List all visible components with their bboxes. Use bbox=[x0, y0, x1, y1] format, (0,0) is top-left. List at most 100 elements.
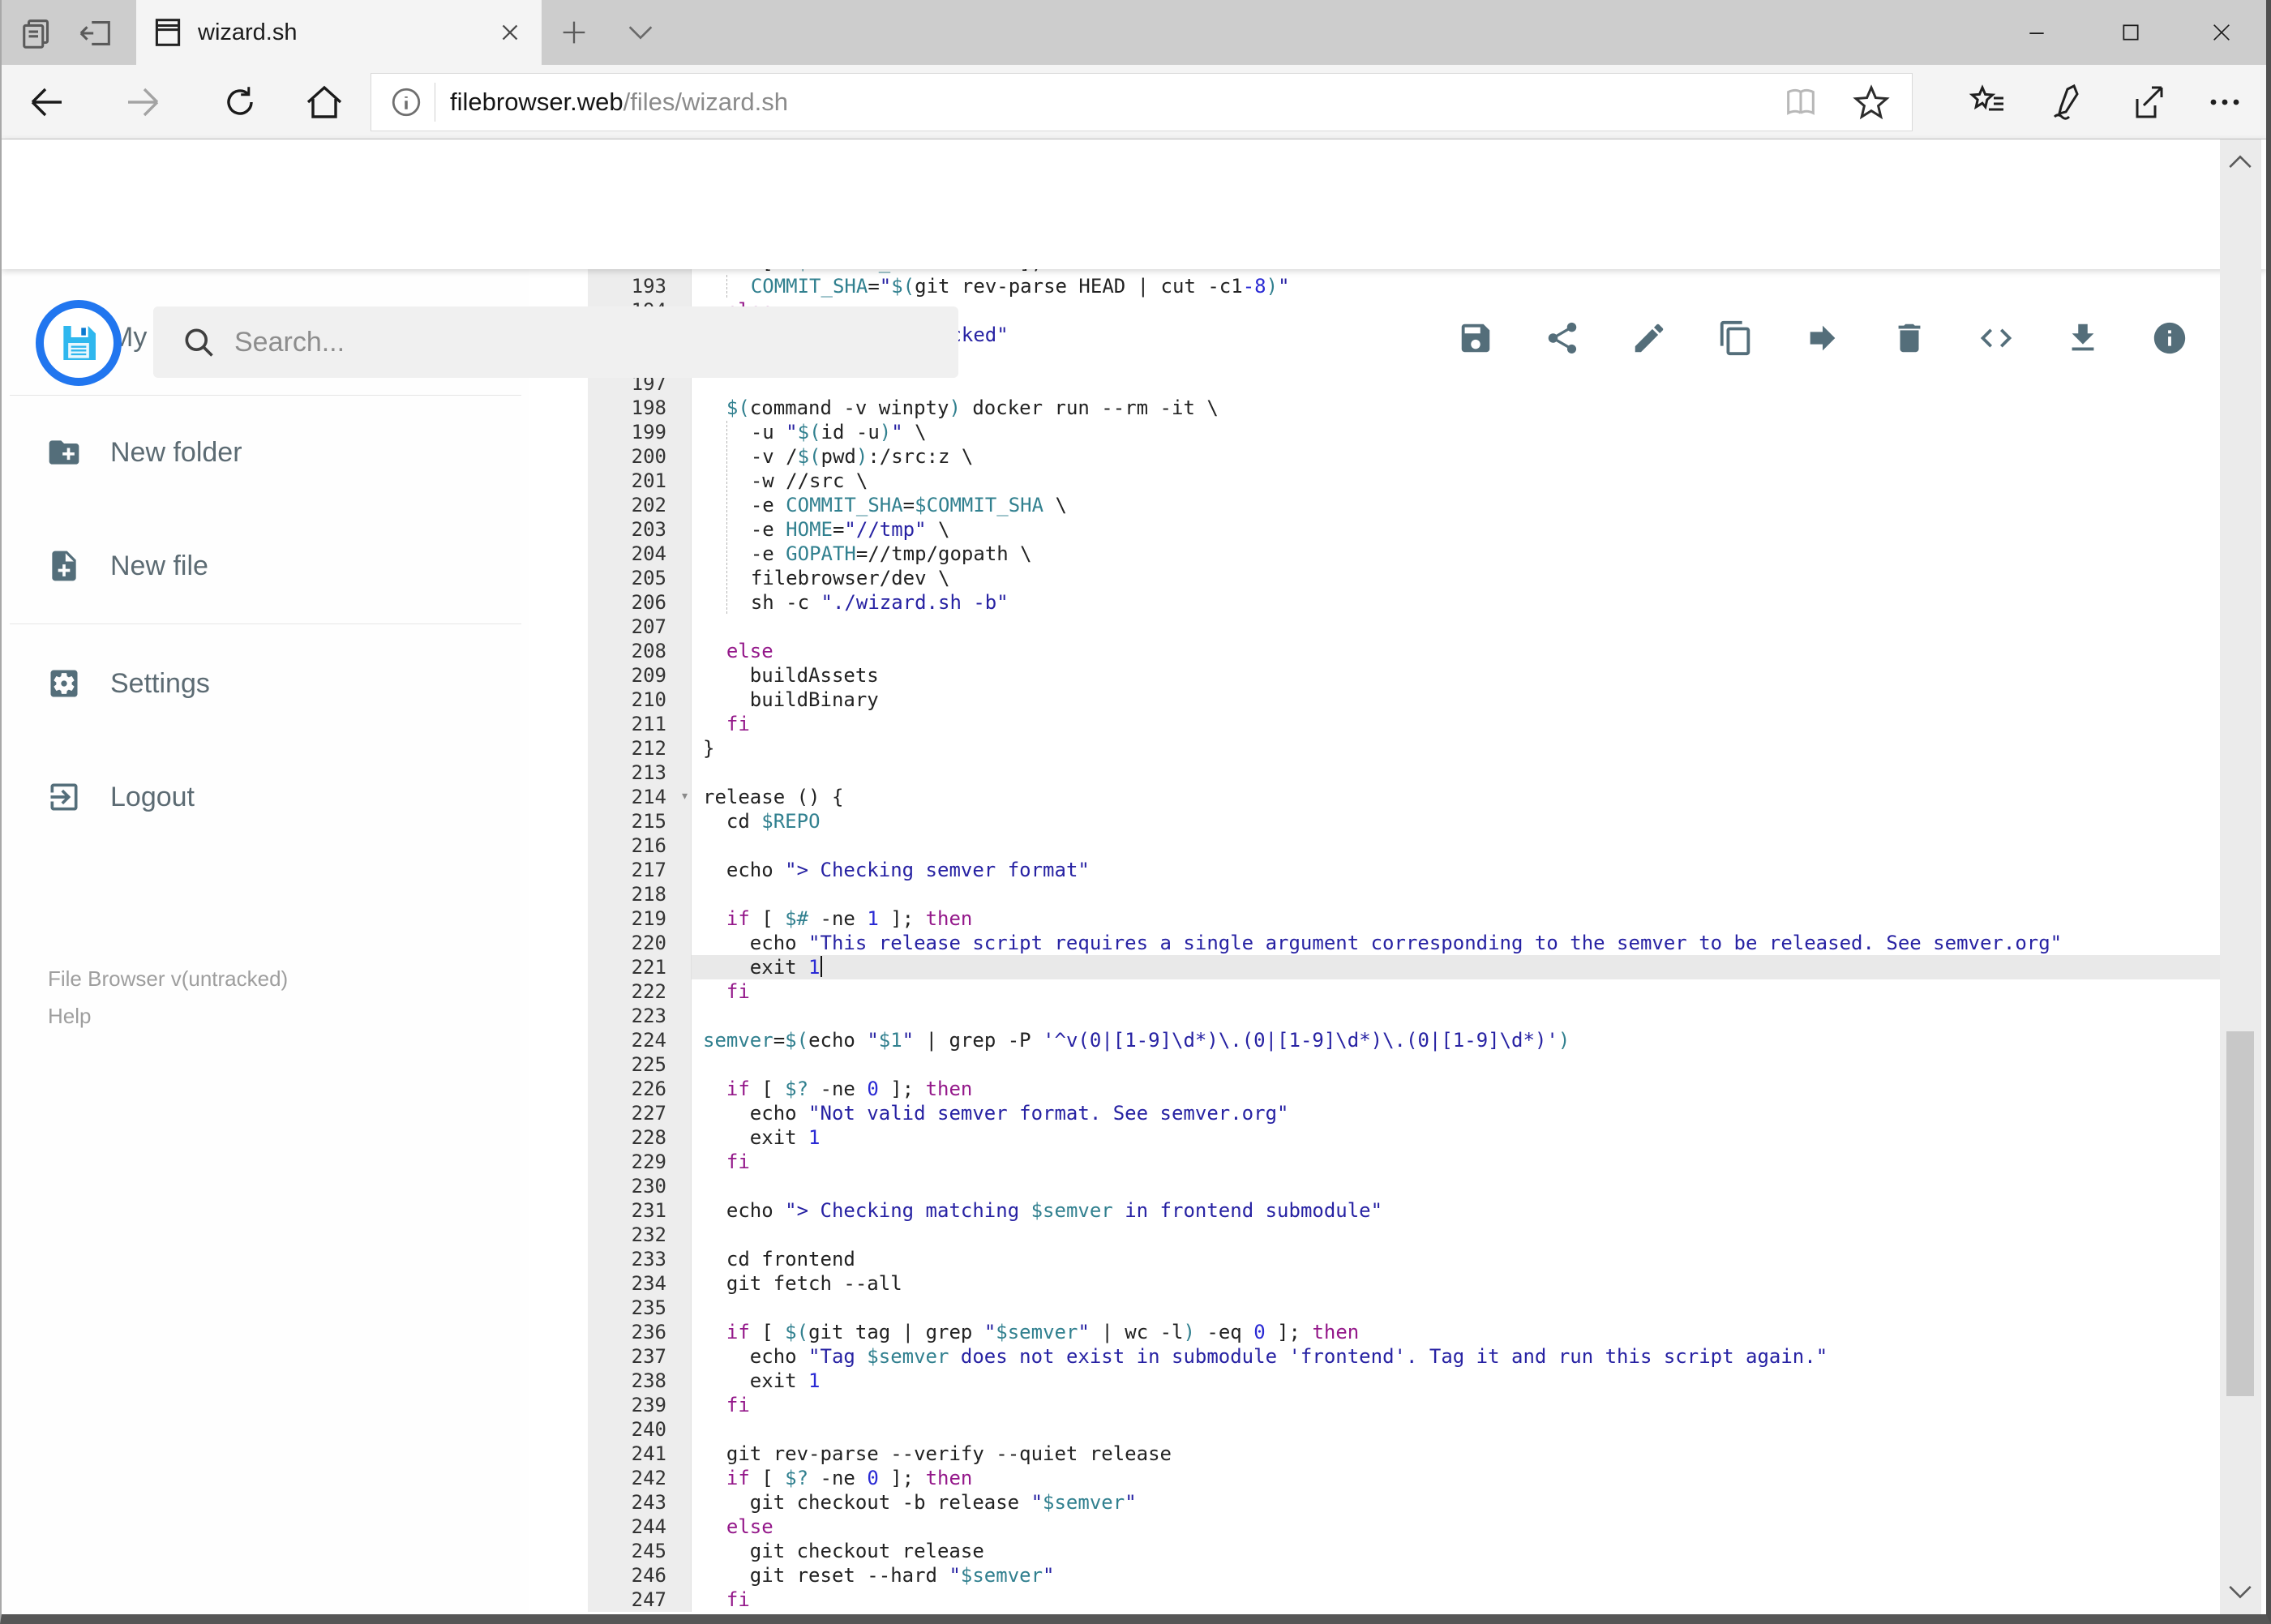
code-line[interactable]: exit 1 bbox=[692, 955, 2226, 979]
code-line[interactable] bbox=[703, 1223, 2226, 1247]
save-icon[interactable] bbox=[1457, 319, 1494, 357]
code-line[interactable]: git checkout -b release "$semver" bbox=[703, 1490, 2226, 1515]
minimize-button[interactable] bbox=[1999, 0, 2075, 65]
code-line[interactable]: fi bbox=[703, 1393, 2226, 1417]
site-info-icon[interactable] bbox=[389, 85, 423, 119]
tab-list-chevron-icon[interactable] bbox=[624, 21, 657, 45]
code-line[interactable]: $(command -v winpty) docker run --rm -it… bbox=[703, 396, 2226, 420]
code-line[interactable]: git fetch --all bbox=[703, 1271, 2226, 1296]
code-line[interactable]: else bbox=[703, 639, 2226, 663]
code-line[interactable] bbox=[703, 1004, 2226, 1028]
address-input[interactable]: filebrowser.web/files/wizard.sh bbox=[371, 73, 1913, 131]
code-line[interactable]: -v /$(pwd):/src:z \ bbox=[703, 444, 2226, 469]
code-line[interactable]: semver=$(echo "$1" | grep -P '^v(0|[1-9]… bbox=[703, 1028, 2226, 1052]
code-line[interactable] bbox=[703, 615, 2226, 639]
code-line[interactable]: git checkout release bbox=[703, 1539, 2226, 1563]
code-line[interactable] bbox=[703, 1174, 2226, 1198]
scroll-down-icon[interactable] bbox=[2226, 1582, 2254, 1603]
file-browser-floppy-logo[interactable] bbox=[36, 300, 122, 386]
code-line[interactable]: fi bbox=[703, 979, 2226, 1004]
help-link[interactable]: Help bbox=[48, 1004, 91, 1029]
code-line[interactable]: echo "Tag $semver does not exist in subm… bbox=[703, 1344, 2226, 1369]
code-line[interactable]: } bbox=[703, 736, 2226, 761]
code-line[interactable]: filebrowser/dev \ bbox=[703, 566, 2226, 590]
tab-close-icon[interactable] bbox=[496, 19, 524, 46]
hub-icon[interactable] bbox=[1968, 83, 2007, 122]
search-input[interactable] bbox=[234, 326, 958, 358]
code-line[interactable]: if [ $(git tag | grep "$semver" | wc -l)… bbox=[703, 1320, 2226, 1344]
home-icon[interactable] bbox=[305, 83, 344, 122]
code-icon[interactable] bbox=[1977, 319, 2015, 357]
code-line[interactable]: cd $REPO bbox=[703, 809, 2226, 833]
browser-tab[interactable]: wizard.sh bbox=[136, 0, 542, 65]
code-line[interactable]: -e COMMIT_SHA=$COMMIT_SHA \ bbox=[703, 493, 2226, 517]
code-line[interactable]: sh -c "./wizard.sh -b" bbox=[703, 590, 2226, 615]
move-arrow-icon[interactable] bbox=[1804, 319, 1841, 357]
line-number: 240 bbox=[631, 1418, 666, 1441]
code-line[interactable]: echo "> Checking semver format" bbox=[703, 858, 2226, 882]
sidebar: My files New folder New file Settings Lo… bbox=[2, 269, 529, 1614]
code-line[interactable] bbox=[703, 761, 2226, 785]
vertical-scrollbar[interactable] bbox=[2220, 139, 2261, 1614]
code-line[interactable]: -e HOME="//tmp" \ bbox=[703, 517, 2226, 542]
code-line[interactable]: release () { bbox=[703, 785, 2226, 809]
code-line[interactable]: buildBinary bbox=[703, 688, 2226, 712]
forward-icon[interactable] bbox=[123, 83, 162, 122]
info-icon[interactable] bbox=[2151, 319, 2188, 357]
refresh-icon[interactable] bbox=[221, 83, 259, 122]
code-line[interactable] bbox=[703, 1296, 2226, 1320]
sidebar-item-new-folder[interactable]: New folder bbox=[2, 413, 529, 491]
code-line[interactable] bbox=[703, 1417, 2226, 1442]
code-line[interactable]: fi bbox=[703, 712, 2226, 736]
code-line[interactable]: exit 1 bbox=[703, 1125, 2226, 1150]
close-window-button[interactable] bbox=[2183, 0, 2260, 65]
code-line[interactable]: echo "Not valid semver format. See semve… bbox=[703, 1101, 2226, 1125]
more-options-icon[interactable] bbox=[2205, 83, 2244, 122]
delete-trash-icon[interactable] bbox=[1891, 319, 1928, 357]
text-cursor bbox=[820, 956, 822, 977]
download-icon[interactable] bbox=[2064, 319, 2102, 357]
code-line[interactable]: else bbox=[703, 1515, 2226, 1539]
code-lines[interactable]: if [ "$COMMIT_SHA" == "" ]; then COMMIT_… bbox=[692, 269, 2226, 1612]
code-line[interactable]: fi bbox=[703, 1150, 2226, 1174]
code-line[interactable] bbox=[703, 1052, 2226, 1077]
code-line[interactable]: echo "This release script requires a sin… bbox=[703, 931, 2226, 955]
scroll-up-icon[interactable] bbox=[2226, 151, 2254, 172]
sidebar-item-logout[interactable]: Logout bbox=[2, 758, 529, 836]
sidebar-item-settings[interactable]: Settings bbox=[2, 645, 529, 722]
code-line[interactable]: fi bbox=[703, 1588, 2226, 1612]
favorite-star-icon[interactable] bbox=[1852, 83, 1891, 122]
code-line[interactable]: git rev-parse --verify --quiet release bbox=[703, 1442, 2226, 1466]
code-line[interactable]: echo "> Checking matching $semver in fro… bbox=[703, 1198, 2226, 1223]
code-line[interactable]: buildAssets bbox=[703, 663, 2226, 688]
copy-icon[interactable] bbox=[1717, 319, 1755, 357]
sidebar-item-new-file[interactable]: New file bbox=[2, 527, 529, 605]
maximize-button[interactable] bbox=[2093, 0, 2169, 65]
code-line[interactable]: COMMIT_SHA="$(git rev-parse HEAD | cut -… bbox=[703, 274, 2226, 298]
new-tab-icon[interactable] bbox=[558, 16, 590, 49]
sidebar-item-label: Settings bbox=[110, 667, 210, 699]
line-number: 229 bbox=[631, 1151, 666, 1173]
code-line[interactable]: -u "$(id -u)" \ bbox=[703, 420, 2226, 444]
tab-preview-icon[interactable] bbox=[19, 15, 57, 52]
search-bar[interactable] bbox=[153, 306, 958, 378]
web-note-pen-icon[interactable] bbox=[2046, 83, 2085, 122]
code-line[interactable] bbox=[703, 833, 2226, 858]
edit-pencil-icon[interactable] bbox=[1630, 319, 1668, 357]
code-line[interactable]: git reset --hard "$semver" bbox=[703, 1563, 2226, 1588]
code-line[interactable]: cd frontend bbox=[703, 1247, 2226, 1271]
back-icon[interactable] bbox=[28, 83, 66, 122]
code-line[interactable]: -e GOPATH=//tmp/gopath \ bbox=[703, 542, 2226, 566]
code-line[interactable]: if [ $# -ne 1 ]; then bbox=[703, 906, 2226, 931]
code-line[interactable]: if [ $? -ne 0 ]; then bbox=[703, 1466, 2226, 1490]
code-editor[interactable]: 1921931941951961971981992002012022032042… bbox=[529, 269, 2226, 1614]
code-line[interactable] bbox=[703, 882, 2226, 906]
code-line[interactable]: -w //src \ bbox=[703, 469, 2226, 493]
fold-arrow-icon[interactable]: ▾ bbox=[680, 784, 689, 808]
scrollbar-thumb[interactable] bbox=[2226, 1031, 2254, 1396]
code-line[interactable]: if [ $? -ne 0 ]; then bbox=[703, 1077, 2226, 1101]
set-tabs-aside-icon[interactable] bbox=[78, 15, 115, 52]
share-icon[interactable] bbox=[2127, 83, 2166, 122]
share-icon[interactable] bbox=[1544, 319, 1581, 357]
code-line[interactable]: exit 1 bbox=[703, 1369, 2226, 1393]
